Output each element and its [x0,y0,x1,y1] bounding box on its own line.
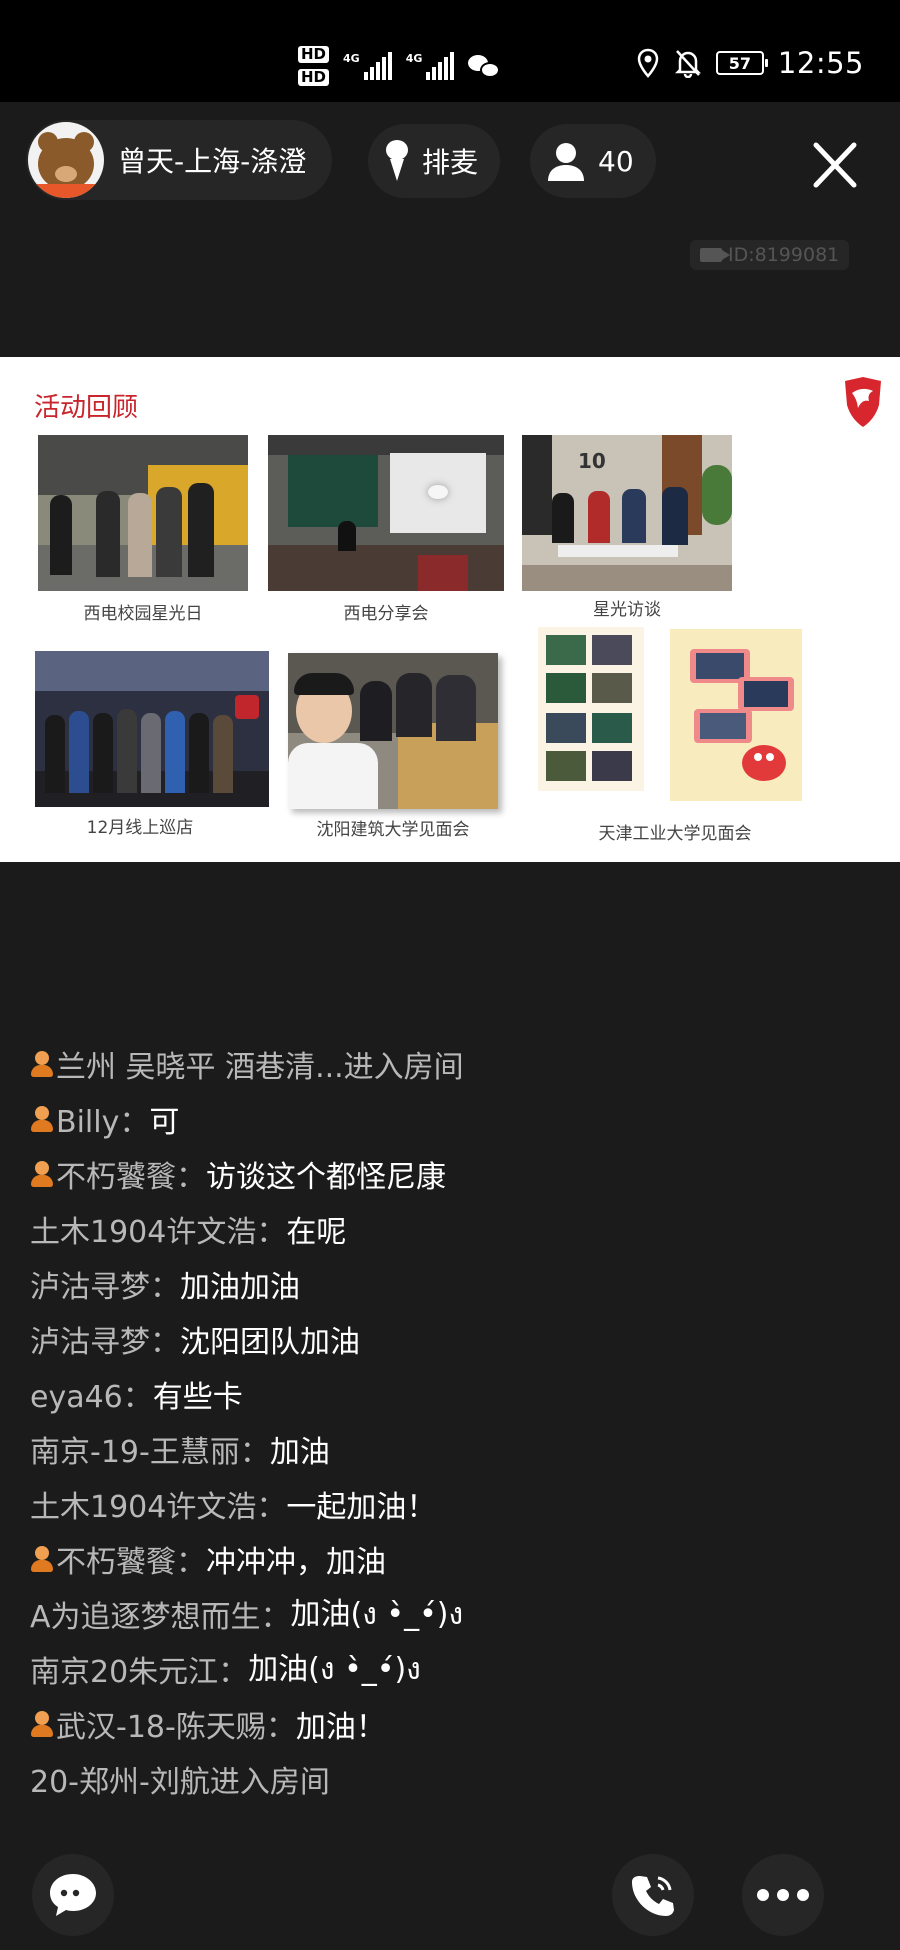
room-id: ID:8199081 [728,244,840,266]
chat-text: 加油(ง •̀_•́)ง [290,1597,464,1632]
chat-message: 南京20朱元江： 加油(ง •̀_•́)ง [30,1641,850,1696]
member-badge-icon [30,1159,54,1189]
dragon-shield-logo [845,377,881,427]
chat-message: 泸沽寻梦： 加油加油 [30,1256,850,1311]
photo-shenyang-meetup [288,653,498,809]
chat-user[interactable]: 不朽饕餮： [56,1537,206,1581]
chat-text: 一起加油！ [286,1489,437,1525]
network-type-1: 4G [343,52,360,65]
chat-text: 有些卡 [152,1379,243,1415]
listener-count: 40 [598,144,634,178]
mic-queue-label: 排麦 [422,146,479,179]
phone-call-icon [632,1876,674,1916]
more-options-button[interactable] [742,1854,824,1936]
chat-user[interactable]: 不朽饕餮： [56,1152,206,1196]
chat-user[interactable]: 武汉-18-陈天赐： [56,1702,296,1746]
member-badge-icon [30,1049,54,1079]
chat-text: 可 [149,1104,180,1140]
photo-xidian-sharing [268,435,504,591]
photo-caption: 12月线上巡店 [86,818,194,838]
close-icon[interactable] [808,140,862,190]
chat-message: 土木1904许文浩： 在呢 [30,1201,850,1256]
photo-tianjin-collage [670,629,802,801]
slide-title: 活动回顾 [34,393,139,423]
chat-text: 冲冲冲，加油 [206,1544,386,1580]
chat-user[interactable]: 土木1904许文浩： [30,1207,286,1251]
join-call-button[interactable] [612,1854,694,1936]
chat-message: A为追逐梦想而生： 加油(ง •̀_•́)ง [30,1586,850,1641]
chat-message: 泸沽寻梦： 沈阳团队加油 [30,1311,850,1366]
bell-off-icon [674,50,701,78]
member-badge-icon [30,1104,54,1134]
chat-user[interactable]: Billy： [56,1097,149,1141]
chat-message: eya46： 有些卡 [30,1366,850,1421]
photo-star-interview: 10 [522,435,732,591]
photo-campus-star-day [38,435,248,591]
photo-caption: 星光访谈 [593,600,661,620]
hd-indicators: HD HD [298,46,330,86]
chat-message: 兰州 吴晓平 酒巷清...进入房间 [30,1036,850,1091]
chat-text: 加油加油 [180,1269,300,1305]
chat-list[interactable]: 兰州 吴晓平 酒巷清...进入房间 Billy： 可 不朽饕餮： 访谈这个都怪尼… [30,1036,850,1806]
chat-message: Billy： 可 [30,1091,850,1146]
chat-user[interactable]: A为追逐梦想而生： [30,1592,291,1636]
member-badge-icon [30,1544,54,1574]
mic-queue-button[interactable]: 排麦 [368,124,501,198]
chat-message: 不朽饕餮： 冲冲冲，加油 [30,1531,850,1586]
chat-message: 武汉-18-陈天赐： 加油！ [30,1696,850,1751]
clock: 12:55 [777,46,864,80]
photo-december-store-tour [35,651,269,807]
person-icon [548,143,584,181]
location-icon [637,48,659,78]
chat-text: 沈阳团队加油 [180,1324,360,1360]
room-id-badge: ID:8199081 [690,240,850,270]
chat-text: 加油 [269,1434,330,1470]
microphone-icon [386,140,408,181]
status-bar: HD HD 4G 4G 57 12:55 [0,0,900,102]
avatar[interactable] [28,122,104,198]
photo-caption: 沈阳建筑大学见面会 [316,820,470,840]
chat-text: 访谈这个都怪尼康 [206,1159,446,1195]
chat-message: 土木1904许文浩： 一起加油！ [30,1476,850,1531]
photo-caption: 天津工业大学见面会 [598,824,752,844]
wechat-icon [468,53,501,79]
chat-text: 在呢 [286,1214,347,1250]
chat-user[interactable]: 泸沽寻梦： [30,1317,180,1361]
photo-tianjin-meetup [538,627,644,791]
chat-input-button[interactable] [32,1854,114,1936]
photo-caption: 西电校园星光日 [83,604,203,624]
status-right: 57 12:55 [636,46,864,80]
chat-user[interactable]: eya46： [30,1372,153,1416]
chat-user[interactable]: 泸沽寻梦： [30,1262,180,1306]
chat-text: 加油！ [295,1709,386,1745]
shared-slide: 活动回顾 西电校园星光日 西电分享会 10 星光访谈 12月线上巡店 沈阳建筑大… [0,357,900,862]
more-icon [757,1889,809,1901]
chat-text: 加油(ง •̀_•́)ง [248,1652,421,1687]
chat-user[interactable]: 南京-19-王慧丽： [30,1427,270,1471]
listener-count-button[interactable]: 40 [530,124,656,198]
host-info[interactable]: 曾天-上海-涤澄 [26,120,333,200]
video-camera-icon [700,248,730,262]
hd-badge-2: HD [298,69,330,86]
network-type-2: 4G [405,52,423,65]
chat-user[interactable]: 兰州 吴晓平 酒巷清...进入房间 [56,1042,464,1086]
chat-user[interactable]: 土木1904许文浩： [30,1482,286,1526]
signal-icon: 4G [343,52,392,80]
battery-icon: 57 [715,51,768,75]
hd-badge-1: HD [298,46,330,63]
member-badge-icon [30,1709,54,1739]
battery-level: 57 [728,53,752,73]
chat-message: 南京-19-王慧丽： 加油 [30,1421,850,1476]
status-left: HD HD 4G 4G [298,38,501,94]
chat-bubble-icon [50,1874,96,1916]
chat-user[interactable]: 20-郑州-刘航进入房间 [30,1757,330,1801]
signal-icon-2: 4G [406,52,455,80]
chat-message: 不朽饕餮： 访谈这个都怪尼康 [30,1146,850,1201]
chat-user[interactable]: 南京20朱元江： [30,1647,248,1691]
host-name: 曾天-上海-涤澄 [118,145,307,178]
chat-message: 20-郑州-刘航进入房间 [30,1751,850,1806]
photo-caption: 西电分享会 [343,604,429,624]
